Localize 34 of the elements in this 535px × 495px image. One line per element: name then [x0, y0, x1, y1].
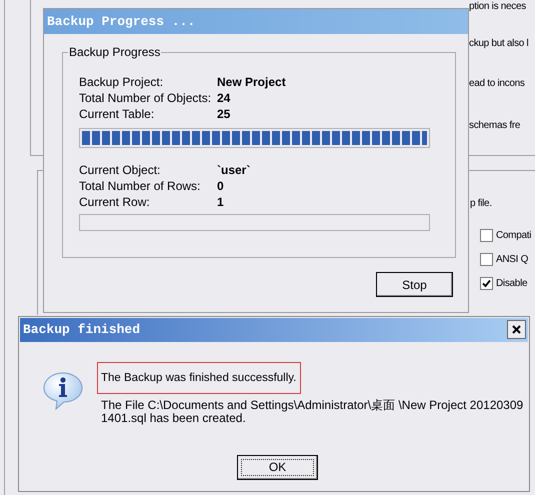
description-text: ead to incons — [469, 77, 525, 91]
field-value: New Project — [217, 74, 286, 91]
option-checkbox[interactable] — [480, 229, 493, 242]
field-label: Current Row: — [79, 194, 151, 211]
option-label: Compati — [496, 229, 532, 243]
stop-button[interactable]: Stop — [376, 272, 453, 297]
group-title: Backup Progress — [68, 45, 162, 59]
field-value: `user` — [217, 162, 250, 179]
option-label: ANSI Q — [496, 253, 528, 267]
description-text: p file. — [470, 197, 492, 211]
detail-text: The File C:\Documents and Settings\Administrator\桌面 \New Project 20120309 — [101, 399, 524, 412]
field-value: 0 — [217, 178, 224, 195]
close-button[interactable] — [507, 320, 526, 339]
field-label: Current Table: — [79, 106, 156, 123]
option-checkbox[interactable] — [480, 277, 493, 290]
field-label: Total Number of Rows: — [79, 178, 202, 195]
description-text: ckup but also l — [469, 37, 528, 51]
field-label: Total Number of Objects: — [79, 90, 212, 107]
field-value: 25 — [217, 106, 230, 123]
field-value: 24 — [217, 90, 230, 107]
field-label: Current Object: — [79, 162, 162, 179]
dialog-title-bar: Backup Progress ... — [44, 9, 468, 34]
info-icon — [42, 371, 84, 411]
description-text: schemas fre — [469, 119, 520, 133]
option-checkbox[interactable] — [480, 253, 493, 266]
detail-text: 1401.sql has been created. — [101, 412, 247, 425]
field-label: Backup Project: — [79, 74, 164, 91]
description-text: ption is neces — [469, 0, 526, 14]
close-icon — [512, 325, 521, 334]
ok-button[interactable]: OK — [237, 455, 318, 480]
message-text: The Backup was finished successfully. — [97, 362, 301, 394]
field-value: 1 — [217, 194, 224, 211]
option-label: Disable — [496, 277, 528, 291]
dialog-title: Backup finished — [23, 321, 140, 339]
